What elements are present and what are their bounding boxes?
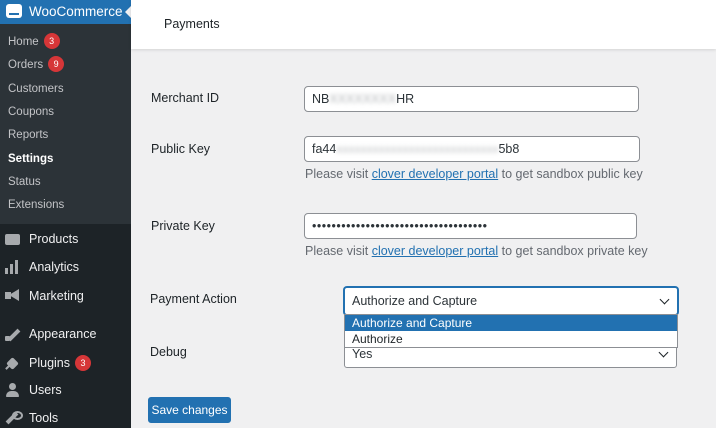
submenu-orders[interactable]: Orders 9 bbox=[8, 55, 65, 75]
merchant-id-label: Merchant ID bbox=[151, 91, 220, 105]
menu-appearance-label: Appearance bbox=[29, 327, 97, 341]
orders-count-badge: 9 bbox=[48, 56, 65, 72]
menu-analytics[interactable]: Analytics bbox=[0, 253, 131, 281]
public-key-prefix: fa44 bbox=[312, 142, 337, 156]
products-icon bbox=[5, 234, 20, 245]
merchant-id-field[interactable]: NBXXXXXXXXHR bbox=[304, 86, 639, 112]
home-count-badge: 3 bbox=[43, 33, 60, 49]
private-key-help: Please visit clover developer portal to … bbox=[305, 244, 648, 258]
public-key-label: Public Key bbox=[151, 142, 211, 156]
menu-products-label: Products bbox=[29, 232, 79, 246]
merchant-id-masked: XXXXXXXX bbox=[329, 92, 397, 106]
private-help-text-1: Please visit bbox=[305, 244, 372, 258]
page-header: Payments bbox=[131, 0, 716, 49]
page-title: Payments bbox=[164, 17, 220, 31]
merchant-id-suffix: HR bbox=[396, 92, 415, 106]
menu-tools[interactable]: Tools bbox=[0, 404, 131, 428]
menu-users-label: Users bbox=[29, 383, 62, 397]
woocommerce-icon bbox=[6, 4, 22, 18]
debug-value: Yes bbox=[352, 347, 373, 361]
menu-appearance[interactable]: Appearance bbox=[0, 320, 131, 348]
submenu-home[interactable]: Home 3 bbox=[8, 32, 60, 52]
public-key-suffix: 5b8 bbox=[498, 142, 520, 156]
submenu-extensions[interactable]: Extensions bbox=[8, 195, 64, 215]
chevron-down-icon bbox=[658, 347, 669, 358]
admin-sidebar: WooCommerce Home 3 Orders 9 Customers Coup… bbox=[0, 0, 131, 428]
submenu-coupons[interactable]: Coupons bbox=[8, 102, 54, 122]
public-key-field[interactable]: fa44XXXXXXXXXXXXXXXXXXXXXXXXXXX5b8 bbox=[304, 136, 640, 162]
private-key-field[interactable]: •••••••••••••••••••••••••••••••••••• bbox=[304, 213, 637, 239]
menu-marketing-label: Marketing bbox=[29, 289, 84, 303]
tools-icon bbox=[5, 411, 23, 425]
option-authorize[interactable]: Authorize bbox=[345, 331, 677, 347]
submenu-status[interactable]: Status bbox=[8, 172, 41, 192]
woocommerce-submenu: Home 3 Orders 9 Customers Coupons Reports … bbox=[0, 24, 131, 224]
public-help-text-2: to get sandbox public key bbox=[498, 167, 643, 181]
merchant-id-prefix: NB bbox=[312, 92, 330, 106]
save-changes-button[interactable]: Save changes bbox=[148, 397, 231, 423]
submenu-customers[interactable]: Customers bbox=[8, 79, 64, 99]
private-portal-link[interactable]: clover developer portal bbox=[372, 244, 498, 258]
submenu-reports[interactable]: Reports bbox=[8, 125, 48, 145]
submenu-home-label: Home bbox=[8, 36, 39, 48]
menu-analytics-label: Analytics bbox=[29, 260, 80, 274]
plugins-icon bbox=[5, 355, 20, 369]
submenu-orders-label: Orders bbox=[8, 59, 44, 71]
menu-plugins-label: Plugins 3 bbox=[29, 355, 91, 371]
payment-action-dropdown: Authorize and Capture Authorize bbox=[344, 314, 678, 348]
menu-plugins[interactable]: Plugins 3 bbox=[0, 348, 131, 376]
private-key-label: Private Key bbox=[151, 219, 215, 233]
users-icon bbox=[5, 383, 20, 397]
menu-products[interactable]: Products bbox=[0, 225, 131, 253]
submenu-settings[interactable]: Settings bbox=[8, 149, 53, 169]
woocommerce-label: WooCommerce bbox=[29, 4, 123, 19]
plugins-text: Plugins bbox=[29, 356, 70, 370]
public-help-text-1: Please visit bbox=[305, 167, 372, 181]
appearance-icon bbox=[5, 327, 20, 341]
debug-label: Debug bbox=[150, 345, 187, 359]
public-key-help: Please visit clover developer portal to … bbox=[305, 167, 643, 181]
analytics-icon bbox=[5, 260, 20, 274]
public-key-masked: XXXXXXXXXXXXXXXXXXXXXXXXXXX bbox=[336, 145, 499, 155]
woocommerce-menu[interactable]: WooCommerce bbox=[0, 0, 131, 24]
marketing-icon bbox=[5, 289, 20, 303]
chevron-down-icon bbox=[659, 294, 670, 305]
payment-action-label: Payment Action bbox=[150, 292, 237, 306]
payment-action-value: Authorize and Capture bbox=[352, 294, 478, 308]
menu-users[interactable]: Users bbox=[0, 376, 131, 404]
payment-action-select[interactable]: Authorize and Capture bbox=[344, 287, 678, 315]
private-help-text-2: to get sandbox private key bbox=[498, 244, 648, 258]
public-portal-link[interactable]: clover developer portal bbox=[372, 167, 498, 181]
menu-marketing[interactable]: Marketing bbox=[0, 282, 131, 310]
menu-tools-label: Tools bbox=[29, 411, 59, 425]
plugins-count-badge: 3 bbox=[75, 355, 91, 371]
option-authorize-and-capture[interactable]: Authorize and Capture bbox=[345, 315, 677, 331]
